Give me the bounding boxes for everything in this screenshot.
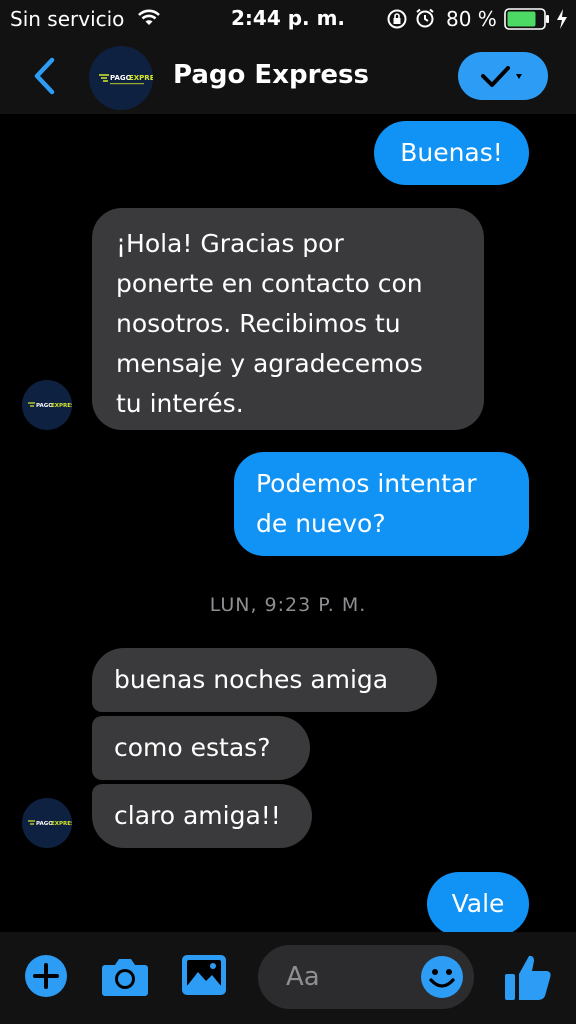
- message-line: nosotros. Recibimos tu: [116, 309, 401, 338]
- pago-express-logo: PAGO EXPRESS: [99, 74, 153, 85]
- svg-text:EXPRESS: EXPRESS: [129, 74, 153, 82]
- contact-options-button[interactable]: [458, 52, 548, 100]
- sender-avatar[interactable]: PAGO EXPRESS: [22, 380, 72, 430]
- camera-icon[interactable]: [101, 955, 149, 1001]
- message-bubble-outgoing[interactable]: Vale: [427, 872, 529, 936]
- message-line: ¡Hola! Gracias por: [116, 229, 344, 258]
- photo-icon[interactable]: [181, 954, 227, 1000]
- alarm-icon: [414, 7, 436, 33]
- message-text: Buenas!: [400, 138, 503, 167]
- message-input[interactable]: [258, 945, 408, 1009]
- charging-bolt-icon: [556, 8, 568, 34]
- chat-header: PAGO EXPRESS Pago Express: [0, 38, 576, 114]
- message-line: ponerte en contacto con: [116, 269, 423, 298]
- svg-text:EXPRESS: EXPRESS: [51, 821, 72, 827]
- message-bubble-incoming[interactable]: ¡Hola! Gracias por ponerte en contacto c…: [92, 208, 484, 430]
- rotation-lock-icon: [386, 8, 408, 34]
- battery-percent: 80 %: [446, 7, 497, 31]
- chevron-left-icon: [34, 57, 55, 95]
- message-line: tu interés.: [116, 389, 244, 418]
- status-bar: Sin servicio 2:44 p. m. 80 %: [0, 0, 576, 38]
- thumbs-up-icon[interactable]: [503, 952, 553, 1006]
- message-bubble-incoming[interactable]: como estas?: [92, 716, 310, 780]
- plus-icon[interactable]: [24, 954, 68, 1002]
- message-text: buenas noches amiga: [114, 665, 389, 694]
- pago-express-logo: PAGO EXPRESS: [28, 402, 72, 409]
- contact-avatar[interactable]: PAGO EXPRESS: [89, 46, 153, 110]
- emoji-icon[interactable]: [420, 955, 464, 1003]
- sender-avatar[interactable]: PAGO EXPRESS: [22, 798, 72, 848]
- message-text: como estas?: [114, 733, 271, 762]
- message-bubble-incoming[interactable]: buenas noches amiga: [92, 648, 437, 712]
- message-line: mensaje y agradecemos: [116, 349, 423, 378]
- checkmark-dropdown-icon: [481, 66, 522, 87]
- battery-icon: [504, 8, 550, 34]
- message-line: Podemos intentar: [256, 469, 477, 498]
- pago-express-logo: PAGO EXPRESS: [28, 820, 72, 827]
- message-bubble-outgoing[interactable]: Podemos intentar de nuevo?: [234, 452, 529, 556]
- svg-text:EXPRESS: EXPRESS: [51, 403, 72, 409]
- message-composer: [0, 932, 576, 1024]
- contact-name[interactable]: Pago Express: [173, 60, 369, 90]
- message-input-container[interactable]: [258, 945, 474, 1009]
- message-bubble-outgoing[interactable]: Buenas!: [374, 121, 529, 185]
- message-bubble-incoming[interactable]: claro amiga!!: [92, 784, 312, 848]
- message-line: de nuevo?: [256, 509, 386, 538]
- message-text: claro amiga!!: [114, 801, 281, 830]
- messenger-chat-screen: Sin servicio 2:44 p. m. 80 % PAGO EXPRE …: [0, 0, 576, 1024]
- message-text: Vale: [451, 889, 505, 918]
- back-button[interactable]: [30, 56, 58, 96]
- message-timestamp: LUN, 9:23 P. M.: [209, 594, 367, 616]
